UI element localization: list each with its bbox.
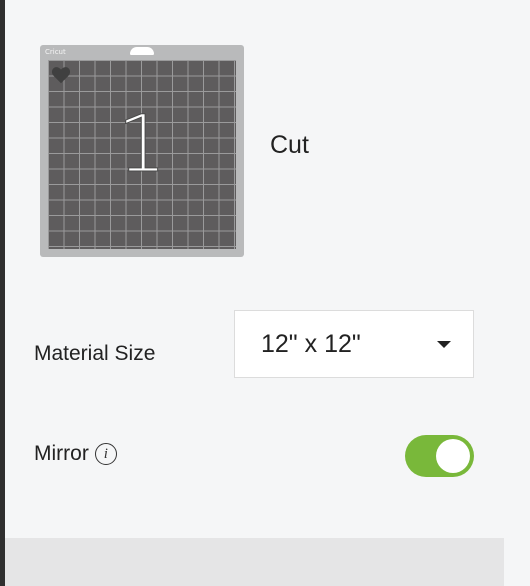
material-size-label: Material Size <box>34 342 156 365</box>
bottom-bar <box>5 538 504 586</box>
left-window-edge <box>0 0 5 586</box>
mirror-label: Mirror <box>34 442 89 465</box>
mat-operation-label: Cut <box>270 131 309 159</box>
mat-brand-label: Cricut <box>45 48 66 56</box>
info-icon[interactable]: i <box>94 443 117 465</box>
material-size-value: 12" x 12" <box>261 330 361 358</box>
chevron-down-icon <box>437 341 451 348</box>
heart-icon <box>51 67 71 84</box>
toggle-knob <box>436 439 470 473</box>
material-size-dropdown[interactable]: 12" x 12" <box>234 310 474 378</box>
mat-number: 1 <box>117 100 168 191</box>
mirror-row: Mirror i <box>34 442 117 466</box>
cut-mat-panel: Cricut 1 Cut Material Size 12" x 12" Mir… <box>0 0 530 586</box>
mat-notch <box>130 47 154 55</box>
mirror-toggle[interactable] <box>405 435 474 477</box>
